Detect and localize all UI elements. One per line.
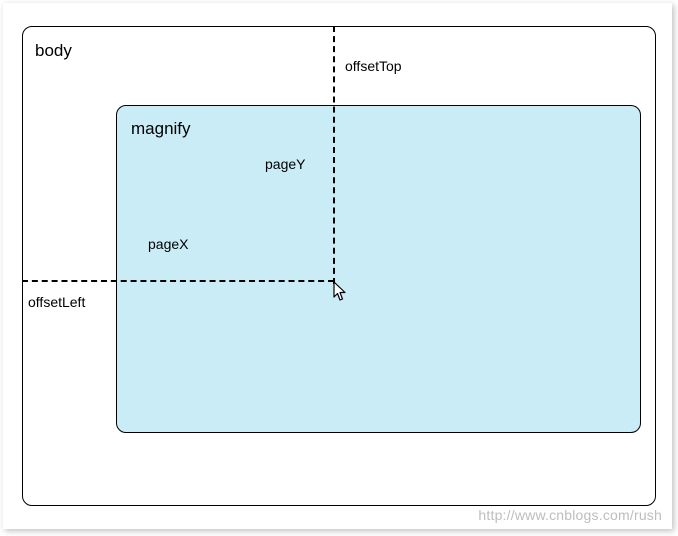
body-label: body	[35, 41, 72, 61]
pagey-label: pageY	[265, 156, 305, 172]
magnify-box	[116, 105, 641, 433]
magnify-label: magnify	[131, 119, 191, 139]
offsetleft-label: offsetLeft	[28, 294, 85, 310]
offsettop-label: offsetTop	[345, 58, 402, 74]
watermark-text: http://www.cnblogs.com/rush	[478, 507, 662, 523]
diagram-canvas: body magnify offsetTop pageY pageX offse…	[3, 3, 672, 529]
vertical-guide-line	[333, 26, 335, 284]
horizontal-guide-line	[22, 280, 334, 282]
pagex-label: pageX	[148, 236, 188, 252]
